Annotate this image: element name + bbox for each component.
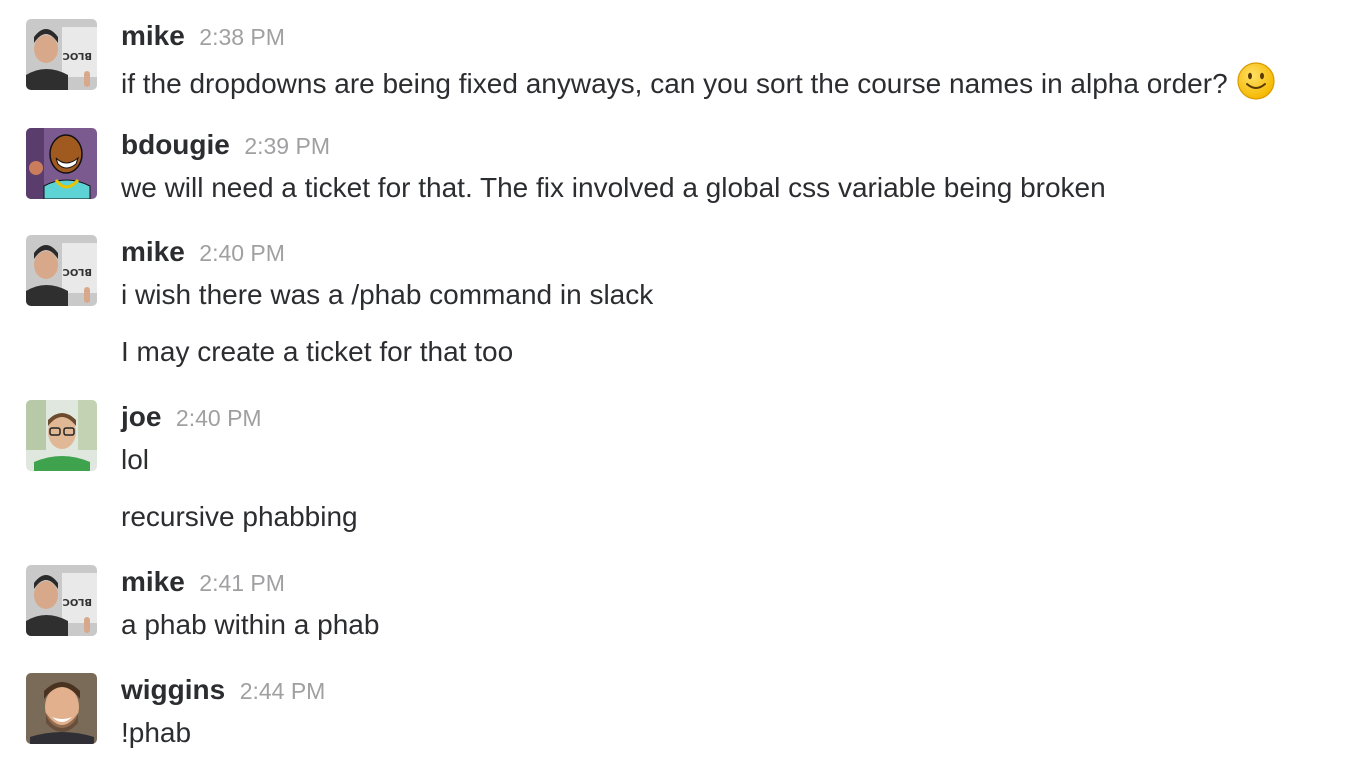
- timestamp[interactable]: 2:40 PM: [176, 405, 262, 431]
- message-header: mike 2:40 PM: [121, 235, 285, 269]
- message-text: I may create a ticket for that too: [121, 336, 514, 367]
- message-text: i wish there was a /phab command in slac…: [121, 279, 654, 310]
- message-text: a phab within a phab: [121, 609, 380, 640]
- avatar-mike[interactable]: BLOC: [26, 235, 97, 306]
- avatar-bdougie[interactable]: [26, 128, 97, 199]
- svg-text:BLOC: BLOC: [63, 50, 92, 61]
- message-text: if the dropdowns are being fixed anyways…: [121, 61, 1276, 102]
- message-header: mike 2:38 PM: [121, 19, 285, 53]
- username[interactable]: mike: [121, 20, 185, 51]
- user-avatar-icon: BLOC: [26, 565, 97, 636]
- user-avatar-icon: BLOC: [26, 19, 97, 90]
- timestamp[interactable]: 2:44 PM: [240, 678, 326, 704]
- username[interactable]: mike: [121, 566, 185, 597]
- username[interactable]: wiggins: [121, 674, 225, 705]
- message-header: wiggins 2:44 PM: [121, 673, 325, 707]
- message-text: we will need a ticket for that. The fix …: [121, 172, 1106, 203]
- avatar-wiggins[interactable]: [26, 673, 97, 744]
- username[interactable]: mike: [121, 236, 185, 267]
- username[interactable]: bdougie: [121, 129, 230, 160]
- message-header: bdougie 2:39 PM: [121, 128, 330, 162]
- user-avatar-icon: BLOC: [26, 235, 97, 306]
- timestamp[interactable]: 2:41 PM: [199, 570, 285, 596]
- avatar-mike[interactable]: BLOC: [26, 19, 97, 90]
- message-header: mike 2:41 PM: [121, 565, 285, 599]
- message-text: lol: [121, 444, 150, 475]
- user-avatar-icon: [26, 400, 97, 471]
- avatar-joe[interactable]: [26, 400, 97, 471]
- message-header: joe 2:40 PM: [121, 400, 262, 434]
- timestamp[interactable]: 2:40 PM: [199, 240, 285, 266]
- user-avatar-icon: [26, 673, 97, 744]
- message-text-content: if the dropdowns are being fixed anyways…: [121, 68, 1228, 99]
- message-text: !phab: [121, 717, 192, 748]
- user-avatar-icon: [26, 128, 97, 199]
- timestamp[interactable]: 2:38 PM: [199, 24, 285, 50]
- avatar-mike[interactable]: BLOC: [26, 565, 97, 636]
- username[interactable]: joe: [121, 401, 161, 432]
- slightly-smiling-face-icon: [1236, 61, 1276, 101]
- message-text: recursive phabbing: [121, 501, 358, 532]
- svg-text:BLOC: BLOC: [63, 266, 92, 277]
- svg-text:BLOC: BLOC: [63, 596, 92, 607]
- timestamp[interactable]: 2:39 PM: [244, 133, 330, 159]
